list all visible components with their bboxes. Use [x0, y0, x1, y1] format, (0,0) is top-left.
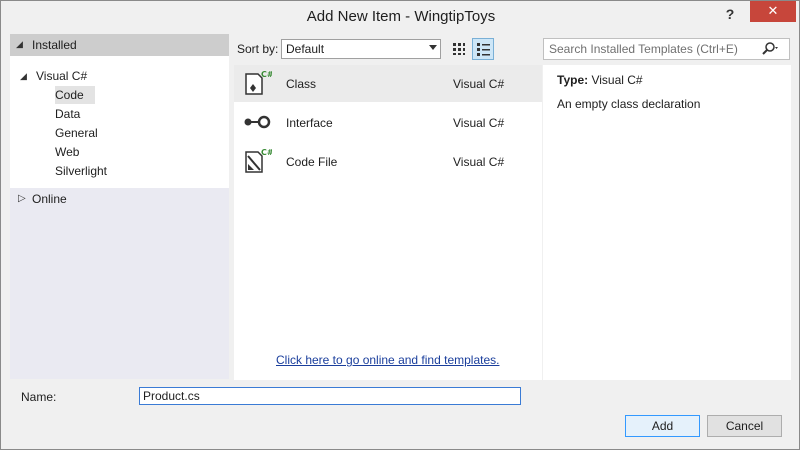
- expand-arrow-icon[interactable]: ▷: [18, 193, 26, 204]
- template-name: Interface: [286, 116, 333, 130]
- template-name: Class: [286, 77, 317, 91]
- template-row-code-file[interactable]: C# Code File Visual C#: [234, 143, 542, 180]
- tree-item-web[interactable]: Web: [55, 145, 79, 159]
- interface-icon: [242, 107, 272, 137]
- name-label: Name:: [21, 390, 57, 404]
- add-button[interactable]: Add: [625, 415, 700, 437]
- template-row-class[interactable]: C# Class Visual C#: [234, 65, 542, 102]
- tree-item-data[interactable]: Data: [55, 107, 80, 121]
- help-button[interactable]: ?: [719, 4, 741, 24]
- search-input[interactable]: Search Installed Templates (Ctrl+E): [543, 38, 790, 60]
- code-file-icon: C#: [242, 146, 274, 176]
- svg-text:C#: C#: [261, 148, 272, 157]
- tree-item-silverlight[interactable]: Silverlight: [55, 164, 107, 178]
- type-label: Type:: [557, 73, 589, 87]
- close-button[interactable]: ✕: [750, 1, 796, 22]
- collapse-arrow-icon[interactable]: ◢: [16, 39, 23, 50]
- tree-item-visual-csharp[interactable]: Visual C#: [36, 69, 87, 83]
- list-view-icon: [477, 43, 490, 56]
- installed-label: Installed: [32, 38, 77, 52]
- title-bar: Add New Item - WingtipToys ? ✕: [1, 1, 799, 33]
- list-view-button[interactable]: [472, 38, 494, 60]
- template-details-panel: [543, 65, 791, 380]
- category-tree: ◢ Installed ◢ Visual C# Code Data Genera…: [10, 34, 229, 379]
- chevron-down-icon[interactable]: [429, 45, 437, 50]
- svg-text:C#: C#: [261, 70, 272, 79]
- tree-item-general[interactable]: General: [55, 126, 98, 140]
- installed-node[interactable]: ◢ Installed: [10, 34, 229, 56]
- small-icons-view-button[interactable]: [448, 38, 470, 60]
- template-language: Visual C#: [453, 77, 505, 91]
- online-section: ▷ Online: [10, 188, 229, 379]
- template-language: Visual C#: [453, 155, 505, 169]
- sort-by-label: Sort by:: [237, 42, 279, 56]
- cancel-button[interactable]: Cancel: [707, 415, 782, 437]
- template-language: Visual C#: [453, 116, 505, 130]
- collapse-arrow-icon[interactable]: ◢: [20, 71, 27, 82]
- tree-item-code[interactable]: Code: [55, 88, 84, 102]
- type-value: Visual C#: [591, 73, 643, 87]
- find-templates-online-link[interactable]: Click here to go online and find templat…: [276, 353, 499, 367]
- template-type: Type: Visual C#: [557, 73, 643, 87]
- dialog-title: Add New Item - WingtipToys: [306, 8, 496, 25]
- class-icon: C#: [242, 68, 274, 98]
- grid-view-icon: [453, 43, 465, 55]
- tree-item-online[interactable]: Online: [32, 192, 67, 206]
- template-list: C# Class Visual C# Interface Visual C#: [234, 65, 542, 380]
- template-row-interface[interactable]: Interface Visual C#: [234, 104, 542, 141]
- file-name-input[interactable]: Product.cs: [139, 387, 521, 405]
- template-name: Code File: [286, 155, 338, 169]
- search-icon[interactable]: [761, 41, 781, 57]
- template-description: An empty class declaration: [557, 97, 701, 111]
- add-new-item-dialog: Add New Item - WingtipToys ? ✕ ◢ Install…: [0, 0, 800, 450]
- sort-by-dropdown[interactable]: Default: [281, 39, 441, 59]
